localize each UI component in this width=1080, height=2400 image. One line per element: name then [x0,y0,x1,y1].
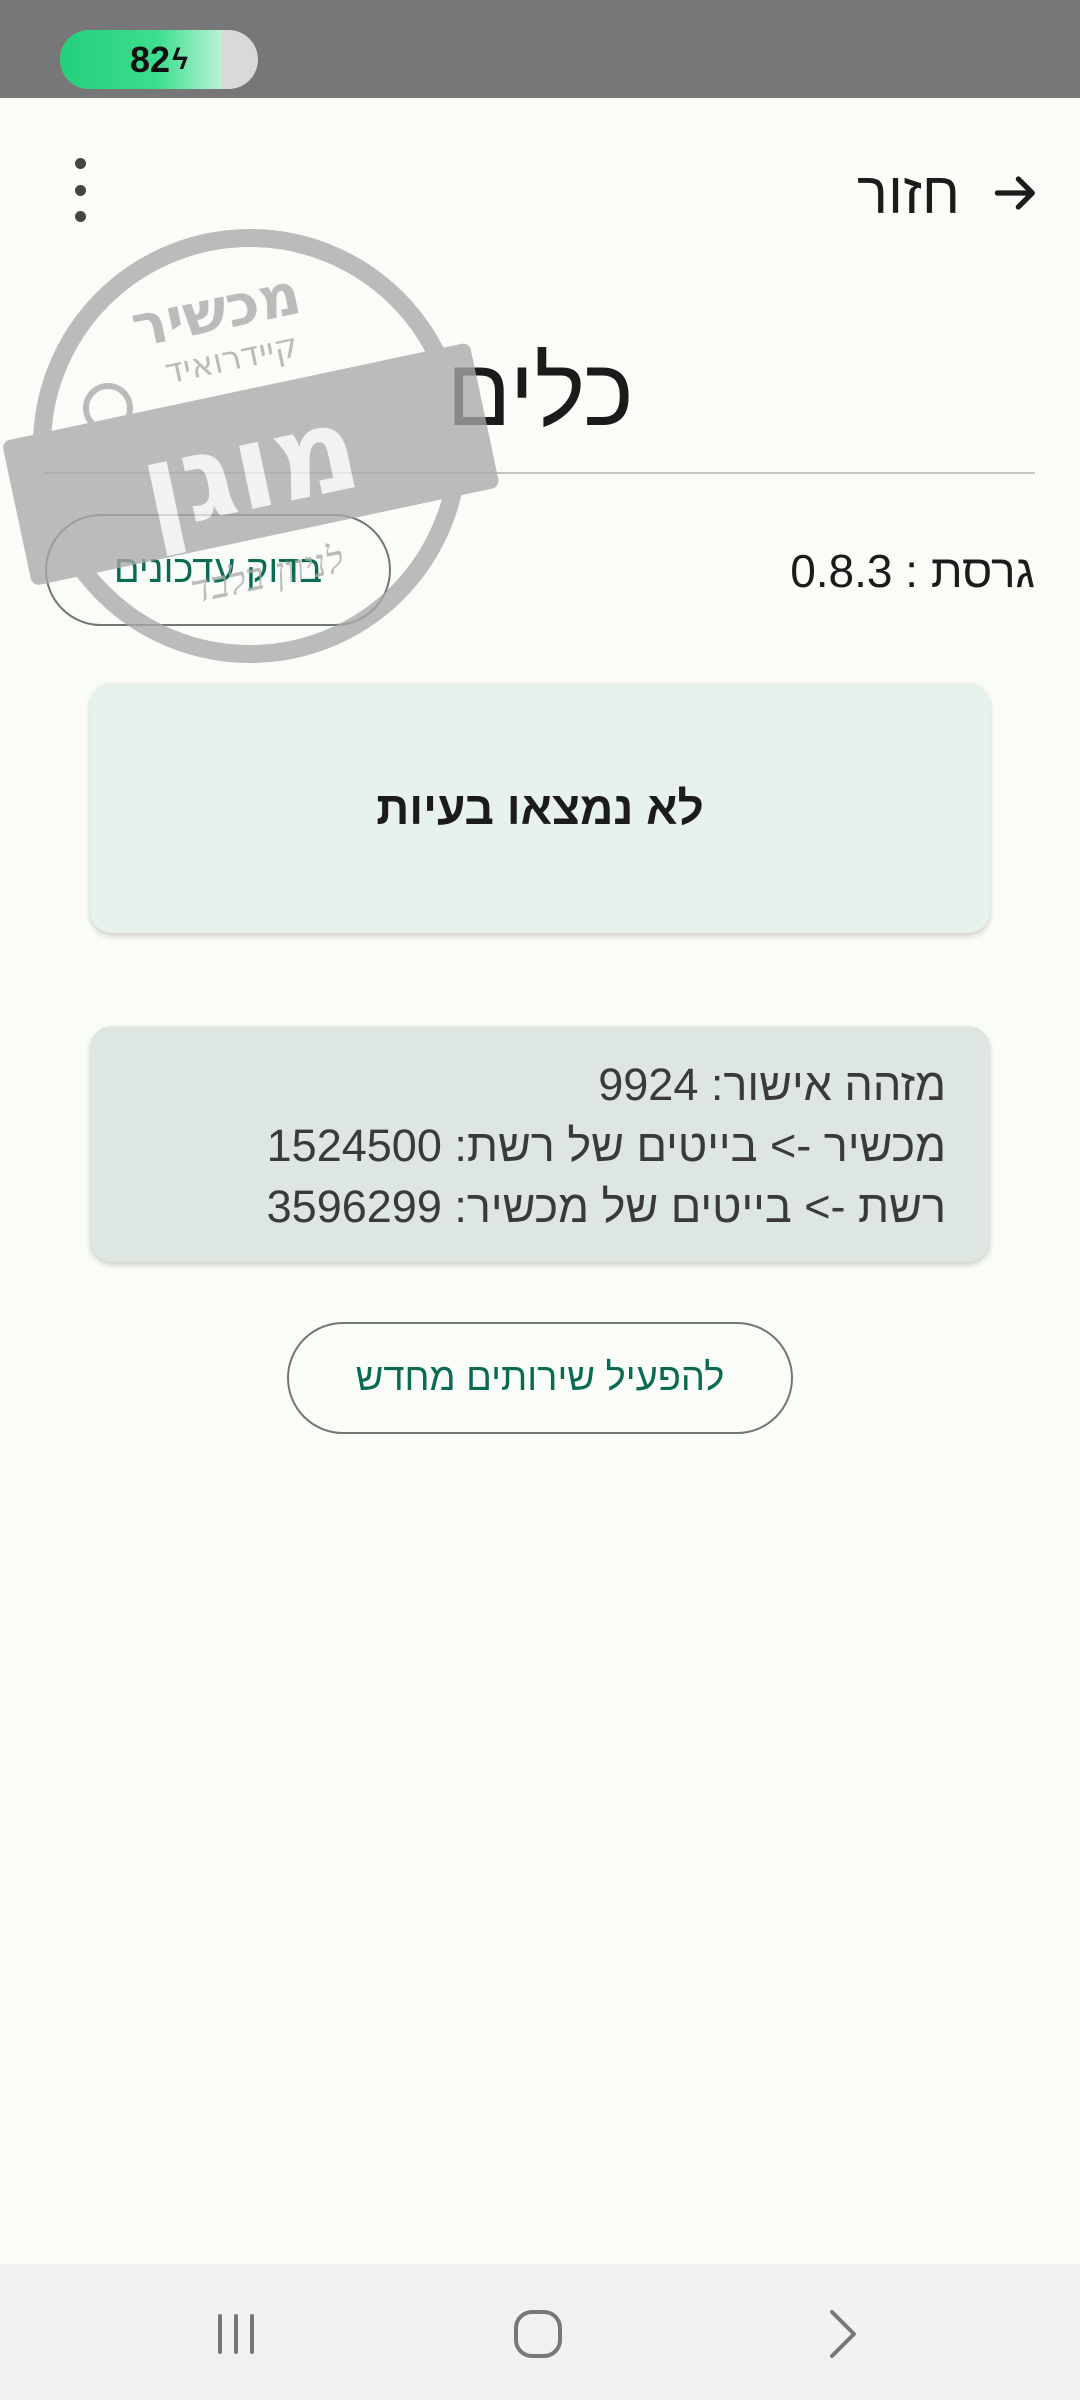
network-to-device-bytes-line: רשת -> בייטים של מכשיר: 3596299 [266,1181,946,1232]
status-bar: 82 ϟ [0,0,1080,98]
version-label: גרסת : 0.8.3 [790,545,1035,597]
restart-services-button[interactable]: להפעיל שירותים מחדש [287,1322,793,1434]
status-card: לא נמצאו בעיות [90,683,990,933]
system-nav-bar [0,2264,1080,2400]
approval-id-line: מזהה אישור: 9924 [598,1059,946,1110]
device-to-network-bytes-line: מכשיר -> בייטים של רשת: 1524500 [266,1120,946,1171]
battery-level: 82 [130,38,171,80]
recents-icon[interactable] [206,2304,266,2364]
bolt-icon: ϟ [172,42,188,76]
battery-indicator: 82 ϟ [60,30,258,89]
svg-text:מוגן: מוגן [128,377,371,558]
app-screen: חזור כלים גרסת : 0.8.3 בדוק עדכונים לא נ… [0,98,1080,2264]
status-text: לא נמצאו בעיות [376,782,704,834]
back-button[interactable]: חזור [857,153,1044,233]
back-label: חזור [857,160,960,226]
arrow-right-icon [994,176,1035,210]
stats-card: מזהה אישור: 9924 מכשיר -> בייטים של רשת:… [90,1026,990,1262]
home-icon[interactable] [508,2304,568,2364]
protected-stamp-watermark: מכשיר קיידרואיד מוגן לניוון בלבד [3,229,499,663]
back-chevron-icon[interactable] [812,2304,872,2364]
